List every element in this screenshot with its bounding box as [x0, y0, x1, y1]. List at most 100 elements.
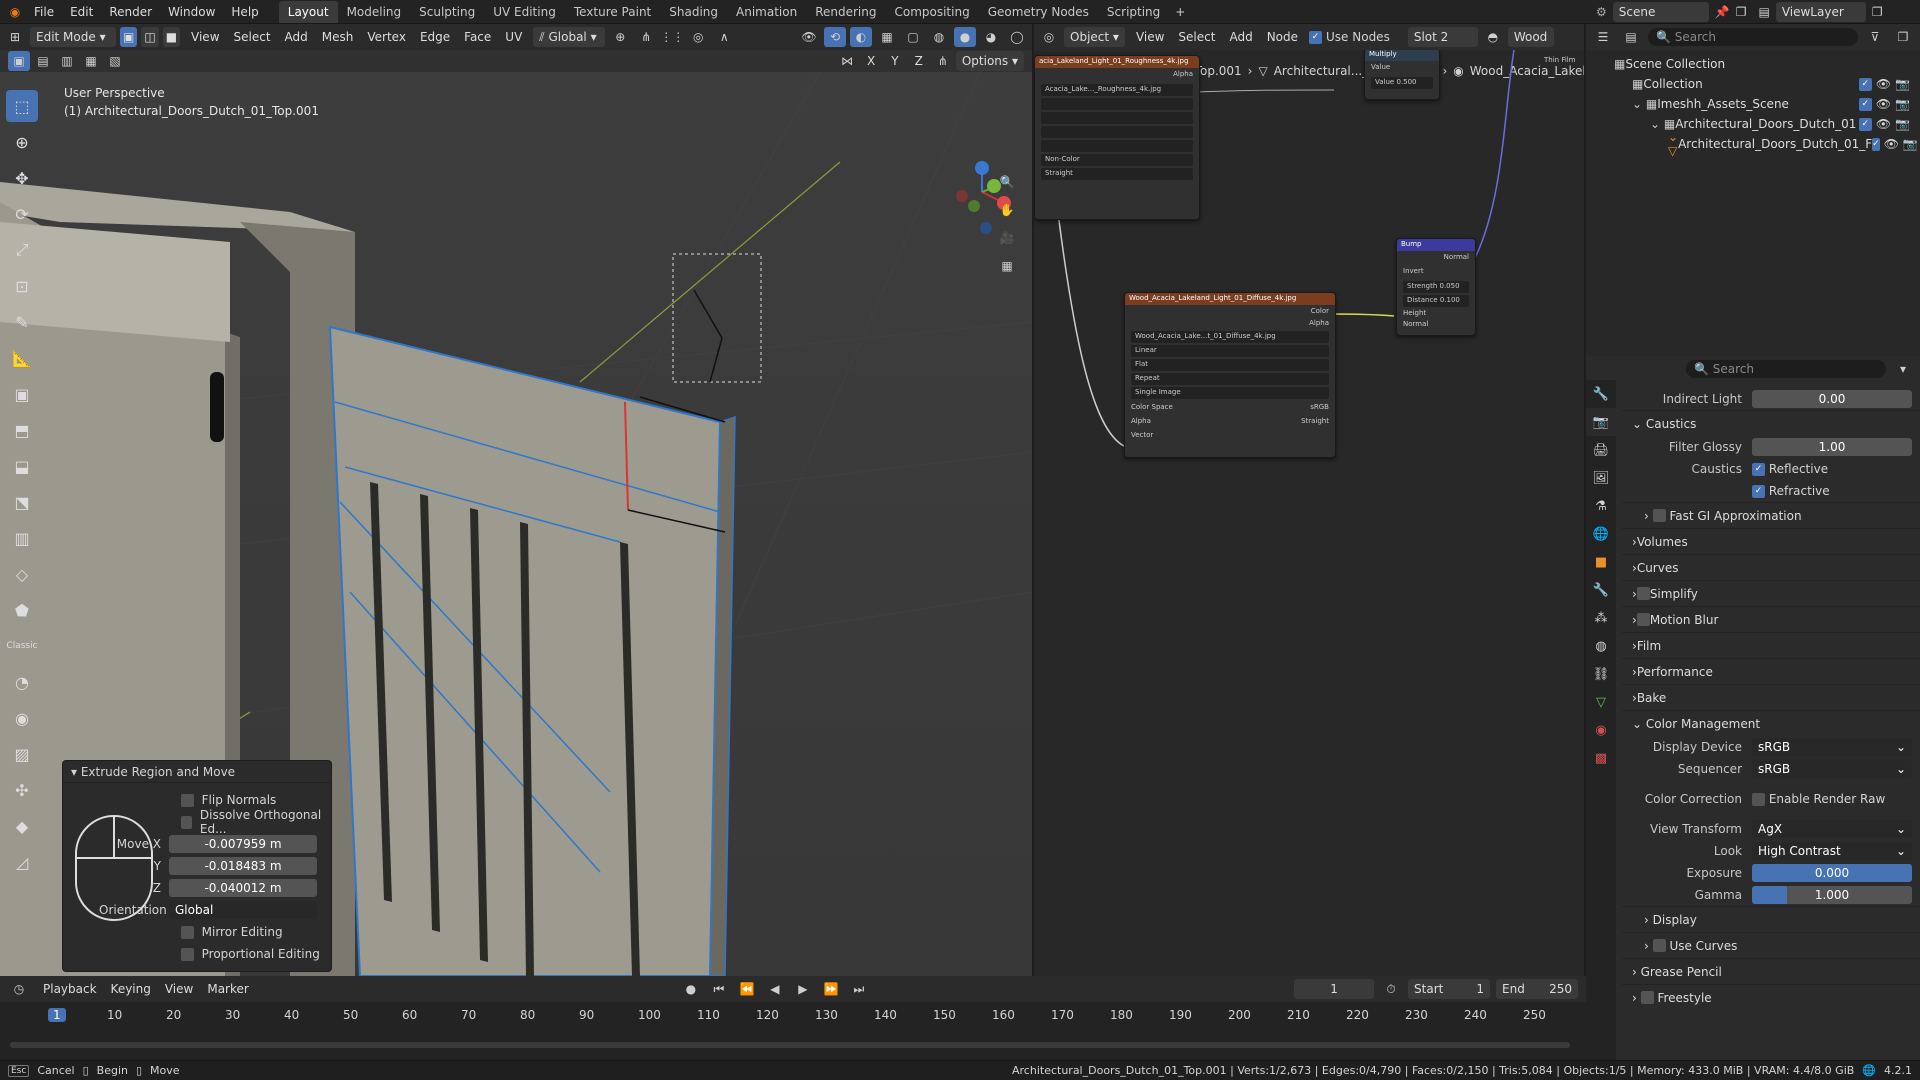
falloff-icon[interactable]: ∧	[713, 27, 735, 47]
pin-icon[interactable]: 📌	[1715, 5, 1730, 19]
editor-type-icon[interactable]: ⊞	[4, 27, 26, 47]
new-view-layer-icon[interactable]: ❐	[1872, 5, 1883, 19]
start-frame-field[interactable]: Start 1	[1408, 979, 1491, 999]
sequencer-dropdown[interactable]: sRGB ⌄	[1752, 760, 1912, 778]
knife-tool-icon[interactable]: ◇	[6, 558, 38, 590]
select-subtract-icon[interactable]: ▥	[56, 51, 78, 71]
transform-tool-icon[interactable]: ⊡	[6, 270, 38, 302]
node-menu-view[interactable]: View	[1129, 30, 1171, 44]
section-checkbox[interactable]	[1636, 613, 1650, 626]
physics-tab-icon[interactable]: ◍	[1586, 632, 1616, 660]
stopwatch-icon[interactable]: ⏱	[1380, 979, 1402, 999]
annotate-tool-icon[interactable]: ✎	[6, 306, 38, 338]
bevel-tool-icon[interactable]: ⬔	[6, 486, 38, 518]
node-editor[interactable]: ▢ Architectural...h_01_Top.001 › ▽ Archi…	[1034, 50, 1584, 976]
exposure-slider[interactable]: 0.000	[1752, 864, 1912, 882]
vertex-select-button[interactable]: ▣	[120, 27, 138, 47]
slot-dropdown[interactable]: Slot 2	[1407, 27, 1478, 47]
inset-tool-icon[interactable]: ⬓	[6, 450, 38, 482]
freestyle-section[interactable]: › Freestyle	[1622, 984, 1920, 1010]
freestyle-checkbox[interactable]	[1640, 991, 1654, 1004]
section-bake[interactable]: › Bake	[1622, 684, 1920, 710]
timeline-menu-keying[interactable]: Keying	[104, 982, 158, 996]
scene-tab-icon[interactable]: ⚗	[1586, 492, 1616, 520]
section-checkbox[interactable]	[1636, 587, 1650, 600]
roughness-field-4[interactable]	[1041, 140, 1193, 152]
select-invert-icon[interactable]: ▦	[80, 51, 102, 71]
refractive-checkbox[interactable]: ✓	[1752, 484, 1765, 498]
dissolve-row[interactable]: Dissolve Orthogonal Ed...	[181, 808, 331, 836]
look-dropdown[interactable]: High Contrast ⌄	[1752, 842, 1912, 860]
reflective-checkbox[interactable]: ✓	[1752, 462, 1765, 476]
new-scene-icon[interactable]: ❐	[1736, 5, 1747, 19]
color-management-section[interactable]: ⌄ Color Management	[1622, 710, 1920, 736]
projection-field[interactable]: Flat	[1131, 359, 1329, 371]
outliner-item[interactable]: ▦ Scene Collection	[1614, 54, 1920, 74]
render-camera-icon[interactable]: 📷	[1895, 97, 1910, 111]
operator-header[interactable]: ▾ Extrude Region and Move	[63, 761, 331, 783]
eye-icon[interactable]: 👁	[1884, 137, 1899, 151]
move-y-field[interactable]: -0.018483 m	[169, 857, 317, 875]
render-camera-icon[interactable]: 📷	[1903, 137, 1918, 151]
section-volumes[interactable]: › Volumes	[1622, 528, 1920, 554]
overlay-icon[interactable]: ◐	[850, 27, 872, 47]
roughness-field-1[interactable]	[1041, 98, 1193, 110]
current-frame-field[interactable]: 1	[1294, 979, 1375, 999]
rendered-shading-icon[interactable]: ◯	[1006, 27, 1028, 47]
proportional-row[interactable]: Proportional Editing	[181, 943, 331, 965]
use-curves-subsection[interactable]: › Use Curves	[1622, 932, 1920, 958]
alpha-mode-value[interactable]: Straight	[1301, 417, 1329, 427]
wireframe-shading-icon[interactable]: ◍	[928, 27, 950, 47]
orientation-dropdown[interactable]: Global	[169, 901, 317, 919]
tab-geometry-nodes[interactable]: Geometry Nodes	[979, 1, 1098, 23]
move-z-field[interactable]: -0.040012 m	[169, 879, 317, 897]
node-menu-node[interactable]: Node	[1260, 30, 1305, 44]
timeline-menu-view[interactable]: View	[158, 982, 200, 996]
add-cube-tool-icon[interactable]: ▣	[6, 378, 38, 410]
camera-icon[interactable]: 🎥	[996, 228, 1018, 248]
solid-shading-icon[interactable]: ●	[954, 27, 976, 47]
select-intersect-icon[interactable]: ▧	[104, 51, 126, 71]
menu-edit[interactable]: Edit	[62, 0, 101, 24]
outliner-item[interactable]: ⌄ ▦ Architectural_Doors_Dutch_01 ✓ 👁 📷	[1614, 114, 1920, 134]
face-select-button[interactable]: ■	[162, 27, 181, 47]
timeline-scrollbar[interactable]	[10, 1042, 1570, 1048]
axis-x-toggle[interactable]: X	[860, 54, 882, 68]
texture-tab-icon[interactable]: ▩	[1586, 744, 1616, 772]
jump-end-icon[interactable]: ⏭	[848, 979, 870, 999]
source-field[interactable]: Single Image	[1131, 387, 1329, 399]
flip-normals-checkbox[interactable]	[181, 793, 194, 807]
gizmo-icon[interactable]: ⟲	[824, 27, 846, 47]
view-transform-dropdown[interactable]: AgX ⌄	[1752, 820, 1912, 838]
play-reverse-icon[interactable]: ◀	[764, 979, 786, 999]
menu-file[interactable]: File	[26, 0, 62, 24]
display-mode-icon[interactable]: ▤	[1620, 27, 1642, 47]
display-subsection[interactable]: › Display	[1622, 906, 1920, 932]
roughness-field-2[interactable]	[1041, 112, 1193, 124]
colorspace-value[interactable]: sRGB	[1310, 403, 1329, 413]
select-tool-icon[interactable]: ⬚	[6, 90, 38, 122]
rip-tool-icon[interactable]: ◿	[6, 846, 38, 878]
caustics-section[interactable]: ⌄ Caustics	[1622, 410, 1920, 436]
particles-tab-icon[interactable]: ⁂	[1586, 604, 1616, 632]
axis-z-toggle[interactable]: Z	[908, 54, 930, 68]
viewport-menu-mesh[interactable]: Mesh	[315, 30, 361, 44]
material-dropdown[interactable]: Wood	[1507, 27, 1554, 47]
proportional-checkbox[interactable]	[181, 947, 194, 961]
render-raw-checkbox[interactable]	[1752, 792, 1765, 806]
eye-icon[interactable]: 👁	[1876, 117, 1891, 131]
move-tool-icon[interactable]: ✥	[6, 162, 38, 194]
edge-slide-tool-icon[interactable]: ▨	[6, 738, 38, 770]
tool-tab-icon[interactable]: 🔧	[1586, 380, 1616, 408]
smooth-tool-icon[interactable]: ◉	[6, 702, 38, 734]
pan-hand-icon[interactable]: ✋	[996, 200, 1018, 220]
indirect-light-field[interactable]: 0.00	[1752, 390, 1912, 408]
viewport-menu-uv[interactable]: UV	[498, 30, 529, 44]
viewport-menu-add[interactable]: Add	[278, 30, 315, 44]
roughness-alpha-field[interactable]: Straight	[1041, 168, 1193, 180]
diffuse-image-field[interactable]: Wood_Acacia_Lake...t_01_Diffuse_4k.jpg	[1131, 331, 1329, 343]
fast-gi-section[interactable]: › Fast GI Approximation	[1622, 502, 1920, 528]
bump-node[interactable]: Bump Normal Invert Strength 0.050 Distan…	[1396, 238, 1476, 336]
gamma-slider[interactable]: 1.000	[1752, 886, 1912, 904]
render-camera-icon[interactable]: 📷	[1895, 117, 1910, 131]
